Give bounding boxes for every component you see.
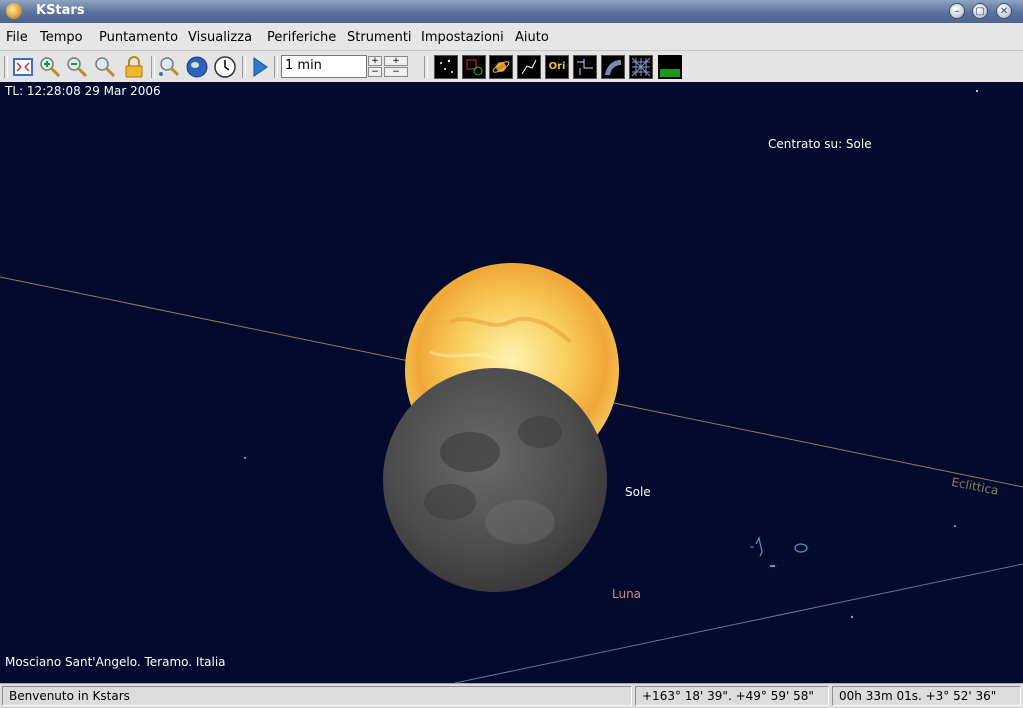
ra-dec-coordinates: 00h 33m 01s. +3° 52' 36" (832, 686, 1021, 706)
moon-mare (518, 416, 562, 448)
time-unit-up-button[interactable]: + (384, 56, 408, 66)
toggle-stars-icon[interactable] (434, 55, 458, 79)
find-object-icon[interactable] (157, 55, 181, 79)
time-step-up-button[interactable]: + (368, 56, 382, 66)
window-title: KStars (36, 3, 85, 18)
status-bar: Benvenuto in Kstars +163° 18' 39". +49° … (0, 683, 1023, 708)
sky-map-canvas (0, 90, 1023, 683)
menu-aiuto[interactable]: Aiuto (515, 30, 549, 45)
location-label: Mosciano Sant'Angelo. Teramo. Italia (5, 655, 226, 669)
moon-label[interactable]: Luna (612, 587, 641, 601)
centered-object-label: Centrato su: Sole (768, 137, 872, 151)
kstars-app-icon[interactable] (6, 3, 22, 19)
toggle-deep-sky-icon[interactable] (462, 55, 486, 79)
menu-visualizza[interactable]: Visualizza (188, 30, 252, 45)
sky-map[interactable]: TL: 12:28:08 29 Mar 2006 Centrato su: So… (0, 82, 1023, 683)
default-zoom-icon[interactable] (11, 55, 35, 79)
zoom-out-icon[interactable] (65, 55, 89, 79)
toolbar-separator (151, 56, 155, 78)
toggle-solar-system-icon[interactable] (489, 55, 513, 79)
star[interactable] (954, 525, 956, 527)
time-step-down-button[interactable]: − (368, 67, 382, 77)
star[interactable] (976, 90, 978, 92)
toolbar-handle (4, 56, 8, 78)
toggle-constellation-lines-icon[interactable] (517, 55, 541, 79)
deep-sky-object[interactable] (755, 536, 763, 557)
moon-mare (424, 484, 476, 520)
set-time-icon[interactable] (213, 55, 237, 79)
alt-az-coordinates: +163° 18' 39". +49° 59' 58" (635, 686, 829, 706)
close-button[interactable]: ✕ (996, 3, 1012, 19)
moon-mare (440, 432, 500, 472)
zoom-in-icon[interactable] (38, 55, 62, 79)
sky-time-label: TL: 12:28:08 29 Mar 2006 (5, 84, 161, 98)
time-step-field[interactable]: 1 min (281, 55, 367, 78)
deep-sky-object[interactable] (794, 543, 808, 553)
start-clock-icon[interactable] (248, 55, 272, 79)
toolbar-separator (242, 56, 246, 78)
status-message: Benvenuto in Kstars (2, 686, 632, 706)
time-unit-down-button[interactable]: − (384, 67, 408, 77)
star[interactable] (850, 615, 854, 619)
menu-periferiche[interactable]: Periferiche (267, 30, 336, 45)
menu-puntamento[interactable]: Puntamento (99, 30, 178, 45)
sun-label[interactable]: Sole (625, 485, 651, 499)
toggle-ground-icon[interactable] (658, 55, 682, 79)
minimize-button[interactable]: – (949, 3, 965, 19)
menu-strumenti[interactable]: Strumenti (347, 30, 412, 45)
menu-impostazioni[interactable]: Impostazioni (421, 30, 504, 45)
deep-sky-object[interactable] (770, 565, 775, 567)
menu-tempo[interactable]: Tempo (40, 30, 83, 45)
toggle-constellation-boundaries-icon[interactable] (573, 55, 597, 79)
menu-file[interactable]: File (6, 30, 28, 45)
main-toolbar: 1 min + − + − Ori (0, 51, 1023, 83)
toggle-constellation-names-icon[interactable]: Ori (545, 55, 569, 79)
geographic-location-icon[interactable] (185, 55, 209, 79)
zoom-to-angular-size-icon[interactable] (93, 55, 117, 79)
moon-highland (485, 500, 555, 544)
moon[interactable] (383, 368, 607, 592)
title-bar: KStars – ▢ ✕ (0, 0, 1023, 23)
toggle-milky-way-icon[interactable] (601, 55, 625, 79)
menu-bar: File Tempo Puntamento Visualizza Perifer… (0, 23, 1023, 51)
toggle-coordinate-grid-icon[interactable] (629, 55, 653, 79)
toolbar-separator (424, 56, 428, 78)
lock-icon[interactable] (122, 55, 146, 79)
toolbar-separator (274, 56, 278, 78)
maximize-button[interactable]: ▢ (972, 3, 988, 19)
star[interactable] (244, 457, 246, 459)
